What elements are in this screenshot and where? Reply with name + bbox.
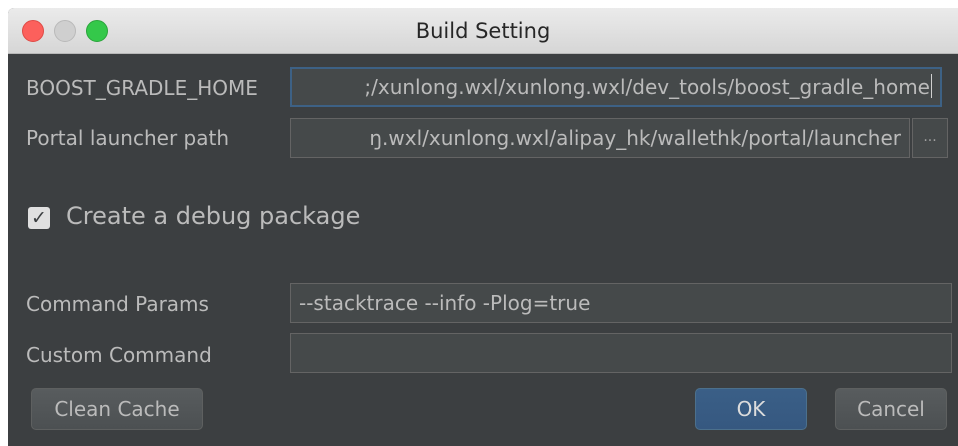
window-title: Build Setting <box>415 19 551 43</box>
build-setting-dialog: Build Setting BOOST_GRADLE_HOME ;/xunlon… <box>8 8 958 446</box>
text-caret <box>931 74 932 98</box>
command-params-input[interactable]: --stacktrace --info -Plog=true <box>290 283 952 323</box>
title-bar: Build Setting <box>8 8 958 54</box>
clean-cache-button[interactable]: Clean Cache <box>31 388 203 430</box>
debug-package-checkbox[interactable]: ✓ <box>28 207 50 229</box>
debug-package-label[interactable]: Create a debug package <box>66 202 360 230</box>
custom-command-label: Custom Command <box>26 343 212 367</box>
ok-button[interactable]: OK <box>695 388 807 430</box>
portal-launcher-path-label: Portal launcher path <box>26 126 230 150</box>
boost-gradle-home-input[interactable]: ;/xunlong.wxl/xunlong.wxl/dev_tools/boos… <box>290 67 942 107</box>
custom-command-input[interactable] <box>290 333 952 373</box>
cancel-button[interactable]: Cancel <box>835 388 947 430</box>
boost-gradle-home-value: ;/xunlong.wxl/xunlong.wxl/dev_tools/boos… <box>364 75 930 99</box>
boost-gradle-home-label: BOOST_GRADLE_HOME <box>26 76 258 100</box>
portal-launcher-path-input[interactable]: ŋ.wxl/xunlong.wxl/alipay_hk/wallethk/por… <box>290 118 910 158</box>
command-params-label: Command Params <box>26 292 209 316</box>
browse-folder-button[interactable]: ... <box>912 118 948 158</box>
